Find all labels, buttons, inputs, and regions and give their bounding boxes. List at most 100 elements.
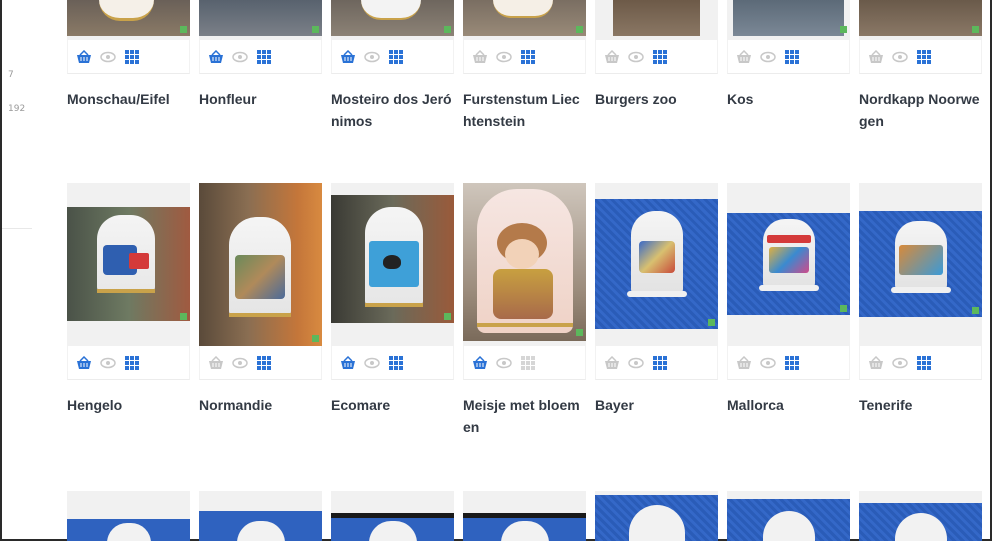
sidebar-divider bbox=[2, 228, 32, 229]
basket-icon[interactable] bbox=[472, 49, 488, 65]
product-title[interactable]: Mallorca bbox=[727, 394, 850, 416]
product-card[interactable]: Tenerife bbox=[859, 183, 982, 438]
product-image[interactable] bbox=[727, 491, 850, 541]
product-image[interactable] bbox=[67, 0, 190, 40]
eye-icon[interactable] bbox=[760, 355, 776, 371]
product-image[interactable] bbox=[67, 183, 190, 346]
eye-icon[interactable] bbox=[892, 49, 908, 65]
product-image[interactable] bbox=[463, 491, 586, 541]
product-card[interactable]: Mosteiro dos Jerónimos bbox=[331, 0, 454, 132]
basket-icon[interactable] bbox=[868, 49, 884, 65]
product-image[interactable] bbox=[859, 0, 982, 40]
eye-icon[interactable] bbox=[496, 355, 512, 371]
basket-icon[interactable] bbox=[472, 355, 488, 371]
product-card[interactable]: Bayer bbox=[595, 183, 718, 438]
product-title[interactable]: Nordkapp Noorwegen bbox=[859, 88, 982, 132]
product-card[interactable]: Furstenstum Liechtenstein bbox=[463, 0, 586, 132]
eye-icon[interactable] bbox=[760, 49, 776, 65]
eye-icon[interactable] bbox=[628, 355, 644, 371]
product-image[interactable] bbox=[463, 183, 586, 346]
product-card[interactable] bbox=[331, 491, 454, 541]
basket-icon[interactable] bbox=[604, 355, 620, 371]
grid-icon[interactable] bbox=[652, 355, 668, 371]
basket-icon[interactable] bbox=[208, 49, 224, 65]
product-image[interactable] bbox=[67, 491, 190, 541]
product-card[interactable]: Mallorca bbox=[727, 183, 850, 438]
basket-icon[interactable] bbox=[736, 49, 752, 65]
product-title[interactable]: Burgers zoo bbox=[595, 88, 718, 110]
eye-icon[interactable] bbox=[496, 49, 512, 65]
grid-icon[interactable] bbox=[916, 49, 932, 65]
eye-icon[interactable] bbox=[364, 49, 380, 65]
product-card[interactable] bbox=[859, 491, 982, 541]
product-card[interactable]: Burgers zoo bbox=[595, 0, 718, 132]
product-image[interactable] bbox=[331, 491, 454, 541]
grid-icon[interactable] bbox=[124, 355, 140, 371]
eye-icon[interactable] bbox=[100, 355, 116, 371]
product-card[interactable] bbox=[595, 491, 718, 541]
product-image[interactable] bbox=[595, 183, 718, 346]
basket-icon[interactable] bbox=[76, 49, 92, 65]
product-title[interactable]: Bayer bbox=[595, 394, 718, 416]
grid-icon[interactable] bbox=[388, 49, 404, 65]
product-image[interactable] bbox=[331, 0, 454, 40]
product-image[interactable] bbox=[199, 491, 322, 541]
product-card[interactable]: Hengelo bbox=[67, 183, 190, 438]
product-image[interactable] bbox=[199, 0, 322, 40]
basket-icon[interactable] bbox=[736, 355, 752, 371]
product-image[interactable] bbox=[331, 183, 454, 346]
product-title[interactable]: Tenerife bbox=[859, 394, 982, 416]
eye-icon[interactable] bbox=[628, 49, 644, 65]
product-card[interactable]: Nordkapp Noorwegen bbox=[859, 0, 982, 132]
grid-icon[interactable] bbox=[124, 49, 140, 65]
eye-icon[interactable] bbox=[232, 49, 248, 65]
eye-icon[interactable] bbox=[364, 355, 380, 371]
basket-icon[interactable] bbox=[76, 355, 92, 371]
basket-icon[interactable] bbox=[340, 49, 356, 65]
eye-icon[interactable] bbox=[232, 355, 248, 371]
product-card[interactable]: Normandie bbox=[199, 183, 322, 438]
grid-icon[interactable] bbox=[916, 355, 932, 371]
product-title[interactable]: Furstenstum Liechtenstein bbox=[463, 88, 586, 132]
grid-icon[interactable] bbox=[256, 355, 272, 371]
eye-icon[interactable] bbox=[892, 355, 908, 371]
product-card[interactable]: Monschau/Eifel bbox=[67, 0, 190, 132]
product-card[interactable]: Honfleur bbox=[199, 0, 322, 132]
product-image[interactable] bbox=[595, 0, 718, 40]
grid-icon[interactable] bbox=[520, 355, 536, 371]
grid-icon[interactable] bbox=[652, 49, 668, 65]
grid-icon[interactable] bbox=[520, 49, 536, 65]
basket-icon[interactable] bbox=[208, 355, 224, 371]
product-card[interactable] bbox=[199, 491, 322, 541]
product-image[interactable] bbox=[727, 183, 850, 346]
product-title[interactable]: Monschau/Eifel bbox=[67, 88, 190, 110]
product-card[interactable] bbox=[67, 491, 190, 541]
product-card[interactable] bbox=[463, 491, 586, 541]
product-image[interactable] bbox=[199, 183, 322, 346]
eye-icon[interactable] bbox=[100, 49, 116, 65]
product-card[interactable]: Ecomare bbox=[331, 183, 454, 438]
product-image[interactable] bbox=[463, 0, 586, 40]
basket-icon[interactable] bbox=[604, 49, 620, 65]
product-card[interactable] bbox=[727, 491, 850, 541]
grid-icon[interactable] bbox=[256, 49, 272, 65]
product-title[interactable]: Mosteiro dos Jerónimos bbox=[331, 88, 454, 132]
basket-icon[interactable] bbox=[868, 355, 884, 371]
product-image[interactable] bbox=[859, 183, 982, 346]
grid-icon[interactable] bbox=[784, 355, 800, 371]
grid-icon[interactable] bbox=[388, 355, 404, 371]
product-image[interactable] bbox=[595, 491, 718, 541]
product-image[interactable] bbox=[727, 0, 850, 40]
product-image[interactable] bbox=[859, 491, 982, 541]
product-title[interactable]: Meisje met bloemen bbox=[463, 394, 586, 438]
product-title[interactable]: Normandie bbox=[199, 394, 322, 416]
basket-icon[interactable] bbox=[340, 355, 356, 371]
product-title[interactable]: Hengelo bbox=[67, 394, 190, 416]
product-title[interactable]: Honfleur bbox=[199, 88, 322, 110]
grid-icon[interactable] bbox=[784, 49, 800, 65]
product-card[interactable]: Meisje met bloemen bbox=[463, 183, 586, 438]
sidebar-number: 192 bbox=[8, 104, 26, 114]
product-title[interactable]: Ecomare bbox=[331, 394, 454, 416]
product-title[interactable]: Kos bbox=[727, 88, 850, 110]
product-card[interactable]: Kos bbox=[727, 0, 850, 132]
